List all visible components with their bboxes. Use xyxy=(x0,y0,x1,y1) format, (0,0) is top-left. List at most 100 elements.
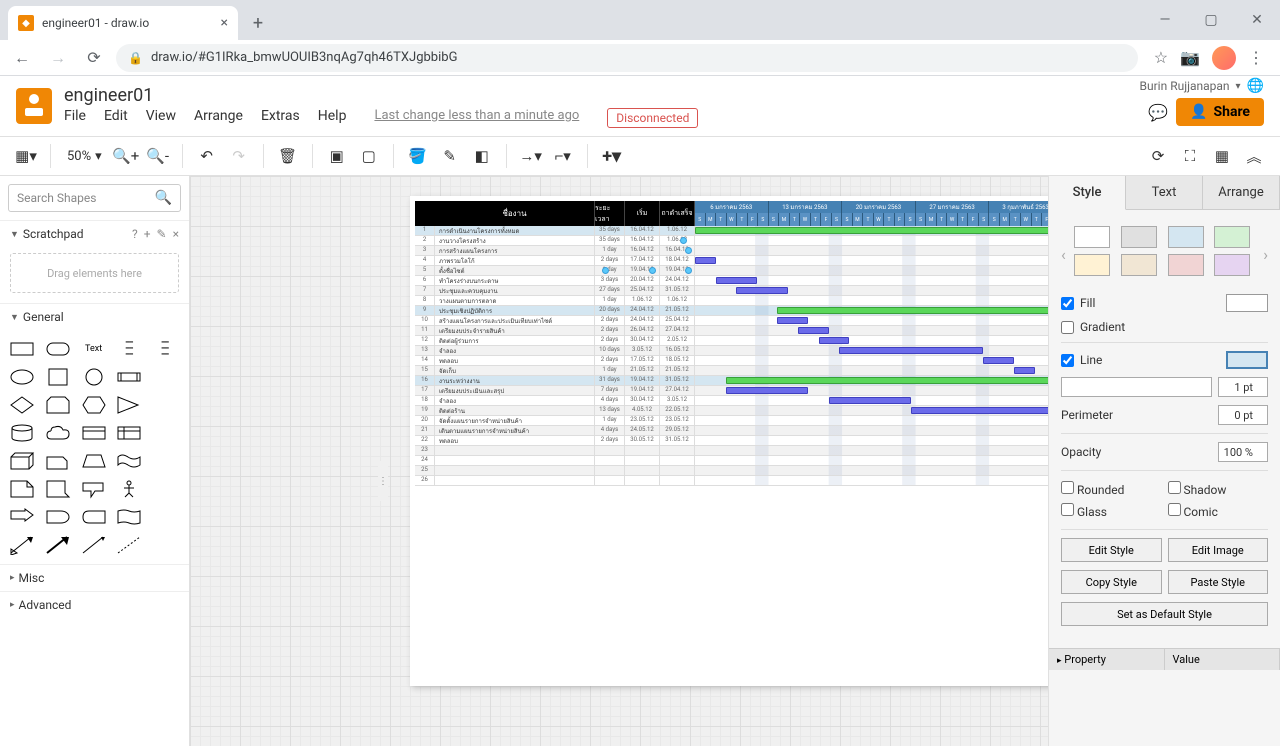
gantt-row[interactable]: 22ทดลอบ2 days30.05.1231.05.12 xyxy=(415,436,1048,446)
share-button[interactable]: 👤 Share xyxy=(1176,98,1264,126)
close-icon[interactable]: × xyxy=(173,227,179,241)
gantt-row[interactable]: 1การดำเนินงานโครงการทั้งหมด35 days16.04.… xyxy=(415,226,1048,236)
swatch-white[interactable] xyxy=(1074,226,1110,248)
edit-image-button[interactable]: Edit Image xyxy=(1168,538,1269,562)
shadow-icon[interactable]: ◧ xyxy=(468,142,496,170)
gantt-row[interactable]: 17เตรียมงบประเมินและสรุป7 days19.04.1227… xyxy=(415,386,1048,396)
gantt-row[interactable]: 21เดินตามแผนรายการจำหน่ายสินค้า4 days24.… xyxy=(415,426,1048,436)
gantt-row[interactable]: 20จัดตั้งแผนรายการจำหน่ายสินค้า1 day23.0… xyxy=(415,416,1048,426)
advanced-header[interactable]: ▸Advanced xyxy=(0,592,189,618)
shape-10[interactable] xyxy=(8,394,36,416)
default-style-button[interactable]: Set as Default Style xyxy=(1061,602,1268,626)
fill-checkbox[interactable] xyxy=(1061,297,1074,310)
shape-3[interactable]: ━━━━━━ xyxy=(115,338,143,360)
camera-icon[interactable]: 📷 xyxy=(1180,48,1200,67)
shape-9[interactable] xyxy=(151,366,179,388)
menu-edit[interactable]: Edit xyxy=(104,108,128,128)
canvas[interactable]: ⋮ ชื่องาน ระยะเวลา เริ่ม ถาดำเสร็จ 6 มกร… xyxy=(190,176,1048,746)
swatch-grey[interactable] xyxy=(1121,226,1157,248)
browser-tab-active[interactable]: ◆ engineer01 - draw.io × xyxy=(8,6,238,40)
shape-14[interactable] xyxy=(151,394,179,416)
menu-extras[interactable]: Extras xyxy=(261,108,300,128)
gantt-row[interactable]: 24 xyxy=(415,456,1048,466)
gantt-row[interactable]: 25 xyxy=(415,466,1048,476)
gantt-row[interactable]: 15จัดเก็บ1 day21.05.1221.05.12 xyxy=(415,366,1048,376)
chevron-down-icon[interactable]: ▾ xyxy=(1236,81,1241,92)
gantt-row[interactable]: 12ติดต่อผู้ร่วมการ2 days30.04.122.05.12 xyxy=(415,336,1048,346)
shape-13[interactable] xyxy=(115,394,143,416)
shape-25[interactable] xyxy=(8,478,36,500)
shape-11[interactable] xyxy=(44,394,72,416)
shape-30[interactable] xyxy=(8,506,36,528)
prev-swatch-icon[interactable]: ‹ xyxy=(1061,245,1066,264)
user-name[interactable]: Burin Rujjanapan xyxy=(1140,79,1230,93)
gantt-row[interactable]: 9ประชุมเชิงปฏิบัติการ20 days24.04.1221.0… xyxy=(415,306,1048,316)
close-button[interactable]: ✕ xyxy=(1234,0,1280,40)
gantt-row[interactable]: 26 xyxy=(415,476,1048,486)
shape-22[interactable] xyxy=(80,450,108,472)
line-color-icon[interactable]: ✎ xyxy=(436,142,464,170)
shape-4[interactable]: ━━━━━━ xyxy=(151,338,179,360)
fill-color-icon[interactable]: 🪣 xyxy=(404,142,432,170)
maximize-button[interactable]: ▢ xyxy=(1188,0,1234,40)
shape-1[interactable] xyxy=(44,338,72,360)
menu-icon[interactable]: ⋮ xyxy=(1248,48,1264,67)
shape-18[interactable] xyxy=(115,422,143,444)
gradient-checkbox[interactable] xyxy=(1061,321,1074,334)
gantt-row[interactable]: 13จำลอง10 days3.05.1216.05.12 xyxy=(415,346,1048,356)
shape-15[interactable] xyxy=(8,422,36,444)
edit-icon[interactable]: ✎ xyxy=(157,227,167,241)
gantt-row[interactable]: 23 xyxy=(415,446,1048,456)
comment-icon[interactable]: 💬 xyxy=(1148,103,1168,122)
shape-21[interactable] xyxy=(44,450,72,472)
shape-12[interactable] xyxy=(80,394,108,416)
shadow-checkbox[interactable] xyxy=(1168,481,1181,494)
star-icon[interactable]: ☆ xyxy=(1154,48,1168,67)
swatch-blue[interactable] xyxy=(1168,226,1204,248)
general-header[interactable]: ▼General xyxy=(0,304,189,330)
shape-34[interactable] xyxy=(151,506,179,528)
shape-36[interactable] xyxy=(44,534,72,556)
shape-32[interactable] xyxy=(80,506,108,528)
gantt-row[interactable]: 2งานวางโครงสร้าง35 days16.04.121.06.12 xyxy=(415,236,1048,246)
shape-28[interactable] xyxy=(115,478,143,500)
collapse-icon[interactable]: ︽ xyxy=(1240,142,1268,170)
to-front-icon[interactable]: ▣ xyxy=(323,142,351,170)
waypoints-icon[interactable]: ⌐▾ xyxy=(549,142,577,170)
gantt-row[interactable]: 4ภาพรวมโลโก้2 days17.04.1218.04.12 xyxy=(415,256,1048,266)
edit-style-button[interactable]: Edit Style xyxy=(1061,538,1162,562)
gantt-row[interactable]: 19ติดต่อร้าน13 days4.05.1222.05.12 xyxy=(415,406,1048,416)
shape-19[interactable] xyxy=(151,422,179,444)
tab-style[interactable]: Style xyxy=(1049,176,1126,210)
minimize-button[interactable]: — xyxy=(1142,0,1188,40)
swatch-green[interactable] xyxy=(1214,226,1250,248)
zoom-out-icon[interactable]: 🔍- xyxy=(144,142,172,170)
gantt-row[interactable]: 6ทำโครงร่างบนกระดาษ3 days20.04.1224.04.1… xyxy=(415,276,1048,286)
line-width-input[interactable]: 1 pt xyxy=(1218,377,1268,397)
zoom-in-icon[interactable]: 🔍+ xyxy=(112,142,140,170)
rounded-checkbox[interactable] xyxy=(1061,481,1074,494)
gantt-row[interactable]: 18จำลอง4 days30.04.123.05.12 xyxy=(415,396,1048,406)
gantt-row[interactable]: 10สร้างแผนโครงการและประเมินเทียบเท่าไซต์… xyxy=(415,316,1048,326)
gantt-row[interactable]: 7ประชุมและควบคุมงาน27 days25.04.1231.05.… xyxy=(415,286,1048,296)
next-swatch-icon[interactable]: › xyxy=(1263,245,1268,264)
insert-icon[interactable]: +▾ xyxy=(598,142,626,170)
redo-icon[interactable]: ↷ xyxy=(225,142,253,170)
line-checkbox[interactable] xyxy=(1061,354,1074,367)
shape-26[interactable] xyxy=(44,478,72,500)
fullscreen-icon[interactable]: ⛶ xyxy=(1176,142,1204,170)
zoom-select[interactable]: 50% ▾ xyxy=(61,149,108,164)
gantt-row[interactable]: 11เตรียมงบประจำรายสินค้า2 days26.04.1227… xyxy=(415,326,1048,336)
shape-17[interactable] xyxy=(80,422,108,444)
perimeter-input[interactable]: 0 pt xyxy=(1218,405,1268,425)
swatch-purple[interactable] xyxy=(1214,254,1250,276)
swatch-red[interactable] xyxy=(1168,254,1204,276)
shape-8[interactable] xyxy=(115,366,143,388)
gantt-row[interactable]: 14ทดลอบ2 days17.05.1218.05.12 xyxy=(415,356,1048,366)
profile-avatar[interactable] xyxy=(1212,46,1236,70)
add-icon[interactable]: + xyxy=(144,227,151,241)
copy-style-button[interactable]: Copy Style xyxy=(1061,570,1162,594)
undo-icon[interactable]: ↶ xyxy=(193,142,221,170)
back-button[interactable]: ← xyxy=(8,44,36,72)
shape-39[interactable] xyxy=(151,534,179,556)
